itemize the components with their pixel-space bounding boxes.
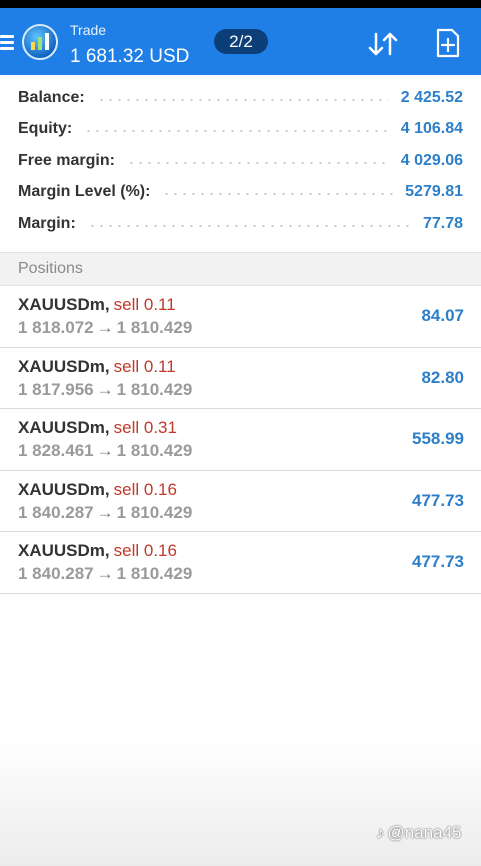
dotted-leader — [162, 193, 394, 196]
dotted-leader — [87, 224, 411, 227]
summary-label: Equity: — [18, 120, 73, 138]
position-side-volume: sell 0.16 — [113, 479, 177, 499]
arrow-right-icon: → — [96, 441, 114, 460]
position-open-price: 1 828.461 — [18, 441, 94, 460]
position-current-price: 1 810.429 — [116, 564, 193, 583]
position-open-price: 1 840.287 — [18, 564, 94, 583]
summary-value: 77.78 — [422, 214, 463, 232]
position-symbol: XAUUSDm — [18, 356, 105, 376]
watermark: ♪ @nana45 — [376, 823, 462, 843]
summary-label: Free margin: — [18, 151, 115, 169]
position-symbol: XAUUSDm — [18, 418, 105, 437]
summary-value: 4 106.84 — [400, 120, 463, 138]
position-symbol: XAUUSDm — [18, 479, 105, 499]
screen-title: Trade — [70, 22, 107, 38]
summary-row-margin: Margin: 77.78 — [0, 208, 481, 240]
position-row[interactable]: XAUUSDm, sell 0.11 1 818.072 → 1 810.429 84… — [0, 286, 481, 348]
position-profit: 84.07 — [421, 306, 464, 325]
bottom-gradient — [0, 740, 481, 866]
position-side-volume: sell 0.31 — [113, 418, 177, 437]
dotted-leader — [96, 98, 389, 101]
position-row[interactable]: XAUUSDm, sell 0.31 1 828.461 → 1 810.429 55… — [0, 409, 481, 471]
position-open-price: 1 817.956 — [18, 379, 94, 399]
summary-label: Margin: — [18, 214, 76, 232]
summary-row-margin-level: Margin Level (%): 5279.81 — [0, 177, 481, 209]
position-current-price: 1 810.429 — [116, 379, 193, 399]
position-profit: 477.73 — [412, 490, 464, 510]
summary-row-balance: Balance: 2 425.52 — [0, 82, 481, 114]
arrow-right-icon: → — [96, 564, 114, 583]
summary-row-equity: Equity: 4 106.84 — [0, 114, 481, 146]
position-current-price: 1 810.429 — [116, 502, 193, 522]
position-row[interactable]: XAUUSDm, sell 0.16 1 840.287 → 1 810.429 47… — [0, 532, 481, 594]
position-current-price: 1 810.429 — [116, 441, 193, 460]
arrow-right-icon: → — [96, 318, 114, 337]
position-open-price: 1 840.287 — [18, 502, 94, 522]
position-profit: 558.99 — [412, 429, 464, 448]
position-profit: 477.73 — [412, 552, 464, 571]
app-bar: Trade 1 681.32 USD 2/2 — [0, 8, 481, 75]
position-open-price: 1 818.072 — [18, 318, 94, 337]
sort-icon[interactable] — [366, 30, 400, 58]
position-side-volume: sell 0.11 — [113, 356, 176, 376]
tiktok-icon: ♪ — [376, 823, 385, 842]
position-symbol: XAUUSDm — [18, 295, 105, 314]
position-symbol: XAUUSDm — [18, 541, 105, 560]
account-summary: Balance: 2 425.52 Equity: 4 106.84 Free … — [0, 82, 481, 240]
position-side-volume: sell 0.11 — [113, 295, 176, 314]
new-order-icon[interactable] — [435, 28, 461, 58]
dotted-leader — [84, 130, 389, 133]
positions-section-header: Positions — [0, 252, 481, 286]
summary-label: Balance: — [18, 88, 85, 106]
position-side-volume: sell 0.16 — [113, 541, 177, 560]
summary-label: Margin Level (%): — [18, 183, 151, 201]
arrow-right-icon: → — [96, 502, 114, 522]
app-logo — [22, 24, 58, 60]
position-profit: 82.80 — [421, 367, 464, 387]
summary-value: 2 425.52 — [400, 88, 463, 106]
summary-value: 5279.81 — [405, 183, 463, 201]
position-row[interactable]: XAUUSDm, sell 0.11 1 817.956 → 1 810.429 82… — [0, 348, 481, 409]
position-row[interactable]: XAUUSDm, sell 0.16 1 840.287 → 1 810.429 47… — [0, 471, 481, 532]
summary-row-free-margin: Free margin: 4 029.06 — [0, 145, 481, 177]
summary-value: 4 029.06 — [400, 151, 463, 169]
account-balance-display: 1 681.32 USD — [70, 46, 190, 67]
watermark-text: @nana45 — [387, 823, 462, 842]
status-bar — [0, 0, 481, 8]
positions-list: XAUUSDm, sell 0.11 1 818.072 → 1 810.429 84… — [0, 286, 481, 594]
arrow-right-icon: → — [96, 379, 114, 399]
dotted-leader — [126, 161, 389, 164]
account-page-indicator[interactable]: 2/2 — [214, 29, 268, 54]
position-current-price: 1 810.429 — [116, 318, 193, 337]
menu-icon[interactable] — [0, 35, 14, 51]
